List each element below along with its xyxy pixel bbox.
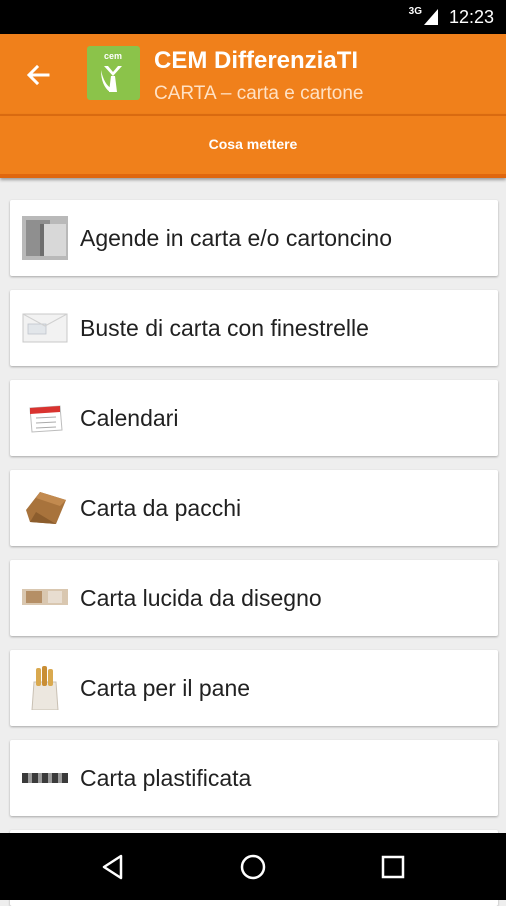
list-item-carta-pacchi[interactable]: Carta da pacchi — [10, 470, 498, 546]
logo-text: cem — [104, 51, 122, 61]
clock: 12:23 — [448, 7, 494, 27]
list-item-buste[interactable]: Buste di carta con finestrelle — [10, 290, 498, 366]
list-item-carta-pane[interactable]: Carta per il pane — [10, 650, 498, 726]
agenda-icon — [22, 216, 68, 260]
app-bar: cem CEM DifferenziaTI CARTA – carta e ca… — [0, 34, 506, 114]
item-label: Carta lucida da disegno — [80, 585, 322, 611]
app-logo: cem — [87, 46, 140, 100]
item-label: Carta plastificata — [80, 765, 252, 791]
nav-home-button[interactable] — [237, 851, 269, 883]
status-bar: 3G 12:23 — [0, 0, 506, 34]
packing-paper-icon — [26, 492, 66, 524]
app-subtitle: CARTA – carta e cartone — [154, 83, 364, 104]
item-label: Calendari — [80, 405, 179, 431]
list-item-calendari[interactable]: Calendari — [10, 380, 498, 456]
network-type: 3G — [408, 6, 422, 17]
nav-recents-button[interactable] — [377, 851, 409, 883]
list-item-agende[interactable]: Agende in carta e/o cartoncino — [10, 200, 498, 276]
item-label: Carta da pacchi — [80, 495, 242, 521]
tab-indicator — [0, 174, 506, 178]
envelope-icon — [22, 313, 68, 343]
nav-back-button[interactable] — [97, 851, 129, 883]
system-nav-bar — [0, 833, 506, 900]
tab-label: Cosa mettere — [208, 136, 298, 152]
list-item-carta-lucida[interactable]: Carta lucida da disegno — [10, 560, 498, 636]
circle-home-icon — [240, 854, 266, 880]
item-label: Carta per il pane — [80, 675, 251, 701]
back-button[interactable] — [18, 54, 60, 96]
signal-icon — [424, 9, 438, 25]
triangle-back-icon — [102, 854, 123, 880]
app-title: CEM DifferenziaTI — [154, 47, 359, 74]
calendar-icon — [29, 405, 63, 433]
item-label: Agende in carta e/o cartoncino — [80, 225, 392, 251]
bread-bag-icon — [31, 666, 59, 710]
laminated-paper-icon — [22, 773, 68, 783]
list-item-carta-plastificata[interactable]: Carta plastificata — [10, 740, 498, 816]
tracing-paper-icon — [22, 589, 68, 605]
item-label: Buste di carta con finestrelle — [80, 315, 369, 341]
tab-bar: Cosa mettere — [0, 114, 506, 178]
square-recents-icon — [381, 855, 405, 879]
tab-cosa-mettere[interactable]: Cosa mettere — [0, 114, 506, 174]
arrow-back-icon — [26, 64, 50, 86]
